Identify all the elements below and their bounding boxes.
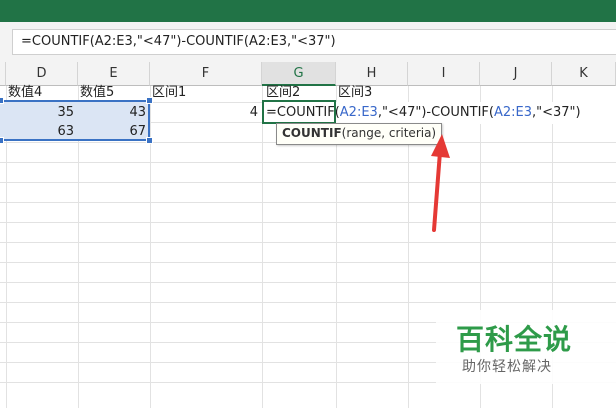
gridline: [0, 162, 616, 163]
formula-bar: =COUNTIF(A2:E3,"<47")-COUNTIF(A2:E3,"<37…: [0, 22, 616, 63]
cell-f1[interactable]: 区间1: [152, 83, 186, 103]
range-handle[interactable]: [0, 97, 4, 104]
cell-d2[interactable]: 35: [6, 103, 74, 123]
cell-e3[interactable]: 67: [78, 122, 146, 142]
red-arrow-annotation: [431, 134, 450, 232]
range-reference: A2:E3: [339, 105, 378, 120]
watermark: 百科全说 助你轻松解决: [436, 310, 616, 384]
gridline: [150, 86, 151, 408]
gridline: [0, 262, 616, 263]
watermark-subtitle: 助你轻松解决: [462, 359, 552, 375]
formula-part: ,"<47")-COUNTIF(: [377, 105, 494, 120]
range-handle[interactable]: [0, 137, 4, 144]
gridline: [0, 202, 616, 203]
gridline: [0, 182, 616, 183]
gridline: [0, 282, 616, 283]
function-tooltip[interactable]: COUNTIF(range, criteria): [276, 123, 443, 145]
gridline: [262, 86, 263, 408]
gridline: [0, 222, 616, 223]
watermark-title: 百科全说: [456, 323, 573, 356]
tooltip-function-name[interactable]: COUNTIF: [282, 126, 342, 140]
cell-d3[interactable]: 63: [6, 122, 74, 142]
cell-e2[interactable]: 43: [78, 103, 146, 123]
range-reference: A2:E3: [493, 105, 533, 120]
column-header-k[interactable]: K: [552, 62, 616, 86]
formula-input[interactable]: =COUNTIF(A2:E3,"<47")-COUNTIF(A2:E3,"<37…: [12, 29, 616, 55]
gridline: [0, 242, 616, 243]
column-header-i[interactable]: I: [408, 62, 480, 86]
column-header-j[interactable]: J: [480, 62, 552, 86]
range-handle[interactable]: [146, 137, 153, 144]
formula-part: ,"<37"): [532, 105, 581, 120]
cell-h1[interactable]: 区间3: [338, 83, 372, 103]
cell-f2[interactable]: 4: [150, 103, 258, 123]
active-cell-border: [262, 100, 336, 124]
ribbon-bar: [0, 0, 616, 22]
gridline: [0, 302, 616, 303]
